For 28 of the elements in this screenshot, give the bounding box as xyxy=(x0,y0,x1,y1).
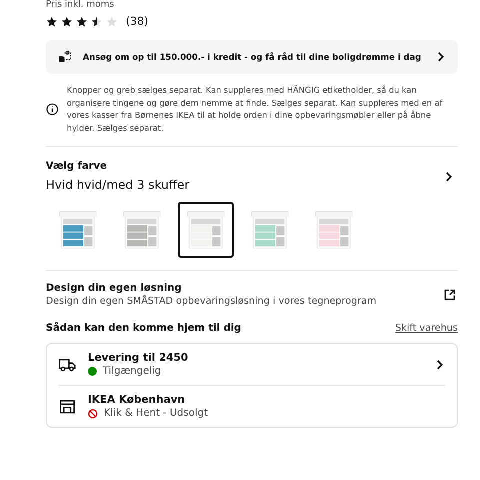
star-icon xyxy=(91,16,103,28)
store-icon xyxy=(59,400,76,414)
review-count: (38) xyxy=(126,15,149,28)
option-title: Levering til 2450 xyxy=(88,352,190,364)
info-text: Knopper og greb sælges separat. Kan suppleres med HÄNGIG etiketholder, så du kan organisere tingene og gøre dem nemme at finde. Sælges separat. Kan suppleres med en af vores kasser fra Børnenes IKEA til at holde orden i dine opbevaringsmøbler eller på åbne hylder. Sælges separat. xyxy=(67,84,444,134)
chevron-right-icon[interactable] xyxy=(435,360,445,370)
star-icon xyxy=(46,16,58,28)
truck-icon xyxy=(59,358,76,372)
star-icon xyxy=(76,16,88,28)
color-swatch[interactable] xyxy=(178,202,234,258)
chevron-right-icon[interactable] xyxy=(444,172,454,182)
credit-banner[interactable]: Ansøg om op til 150.000.- i kredit - og få råd til dine boligdrømme i dag xyxy=(46,40,458,74)
external-link-icon[interactable] xyxy=(444,289,456,301)
star-icon xyxy=(61,16,73,28)
selected-color-label: Hvid hvid/med 3 skuffer xyxy=(46,178,190,192)
status-text: Tilgængelig xyxy=(103,366,162,377)
info-icon xyxy=(46,102,59,116)
chevron-right-icon xyxy=(436,52,446,62)
price-note: Pris inkl. moms xyxy=(46,0,116,11)
design-subtitle: Design din egen SMÅSTAD opbevaringsløsning i vores tegneprogram xyxy=(46,296,377,307)
change-store-link[interactable]: Skift varehus xyxy=(395,323,458,334)
star-icon xyxy=(106,16,118,28)
option-title: IKEA København xyxy=(88,394,186,406)
section-heading: Sådan kan den komme hjem til dig xyxy=(46,323,242,334)
status-text: Klik & Hent - Udsolgt xyxy=(104,408,208,419)
hand-coins-icon xyxy=(58,51,73,63)
section-heading: Vælg farve xyxy=(46,161,108,172)
design-title: Design din egen løsning xyxy=(46,283,183,294)
